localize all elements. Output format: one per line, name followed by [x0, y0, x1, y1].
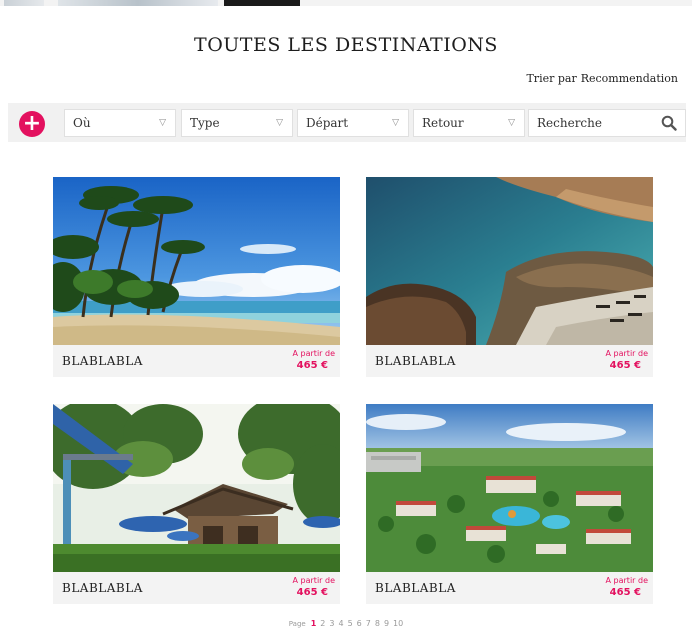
header-label — [224, 0, 300, 6]
search-placeholder: Recherche — [537, 116, 602, 130]
page-title: TOUTES LES DESTINATIONS — [194, 34, 498, 56]
pagination-label: Page — [288, 620, 306, 628]
destination-image[interactable] — [366, 404, 653, 572]
destination-card[interactable]: BLABLABLA A partir de 465 € — [53, 177, 340, 377]
destination-card[interactable]: BLABLABLA A partir de 465 € — [366, 404, 653, 604]
page-link[interactable]: 8 — [375, 619, 380, 628]
sort-value[interactable]: Recommendation — [581, 72, 678, 85]
page-link[interactable]: 6 — [357, 619, 362, 628]
price-from-label: A partir de — [292, 349, 335, 358]
header-image — [4, 0, 44, 6]
price-from-label: A partir de — [292, 576, 335, 585]
destination-card[interactable]: BLABLABLA A partir de 465 € — [53, 404, 340, 604]
destination-image[interactable] — [53, 404, 340, 572]
page-link[interactable]: 9 — [384, 619, 389, 628]
destination-caption: BLABLABLA A partir de 465 € — [53, 345, 340, 377]
price-from-label: A partir de — [605, 349, 648, 358]
page-link[interactable]: 5 — [348, 619, 353, 628]
page-link[interactable]: 7 — [366, 619, 371, 628]
destination-caption: BLABLABLA A partir de 465 € — [53, 572, 340, 604]
destination-name[interactable]: BLABLABLA — [375, 354, 456, 368]
page-link[interactable]: 4 — [338, 619, 343, 628]
price-value: 465 € — [609, 587, 641, 598]
departure-select[interactable]: Départ ▽ — [297, 109, 409, 137]
price-value: 465 € — [296, 360, 328, 371]
sort-control[interactable]: Trier par Recommendation — [526, 72, 678, 85]
page-link[interactable]: 1 — [311, 619, 317, 628]
chevron-down-icon: ▽ — [508, 118, 515, 128]
page-link[interactable]: 3 — [329, 619, 334, 628]
chevron-down-icon: ▽ — [159, 118, 166, 128]
destination-select[interactable]: Où ▽ — [64, 109, 176, 137]
type-select[interactable]: Type ▽ — [181, 109, 293, 137]
page-link[interactable]: 10 — [393, 619, 403, 628]
return-select-label: Retour — [422, 116, 464, 130]
price-value: 465 € — [609, 360, 641, 371]
return-select[interactable]: Retour ▽ — [413, 109, 525, 137]
destination-caption: BLABLABLA A partir de 465 € — [366, 572, 653, 604]
type-select-label: Type — [190, 116, 220, 130]
price-value: 465 € — [296, 587, 328, 598]
destination-name[interactable]: BLABLABLA — [62, 581, 143, 595]
filter-bar: + Où ▽ Type ▽ Départ ▽ Retour ▽ Recherch… — [8, 103, 686, 142]
price-from-label: A partir de — [605, 576, 648, 585]
search-input[interactable]: Recherche — [528, 109, 686, 137]
sort-label: Trier par — [526, 72, 577, 85]
destination-select-label: Où — [73, 116, 91, 130]
header-strip — [0, 0, 692, 6]
search-icon[interactable] — [661, 115, 677, 131]
destination-name[interactable]: BLABLABLA — [375, 581, 456, 595]
destination-image[interactable] — [366, 177, 653, 345]
pagination: Page 1 2 3 4 5 6 7 8 9 10 — [0, 619, 692, 628]
destination-name[interactable]: BLABLABLA — [62, 354, 143, 368]
header-image — [58, 0, 218, 6]
departure-select-label: Départ — [306, 116, 349, 130]
page-link[interactable]: 2 — [320, 619, 325, 628]
plus-icon[interactable]: + — [19, 111, 45, 137]
destination-caption: BLABLABLA A partir de 465 € — [366, 345, 653, 377]
destination-image[interactable] — [53, 177, 340, 345]
chevron-down-icon: ▽ — [276, 118, 283, 128]
chevron-down-icon: ▽ — [392, 118, 399, 128]
destination-card[interactable]: BLABLABLA A partir de 465 € — [366, 177, 653, 377]
